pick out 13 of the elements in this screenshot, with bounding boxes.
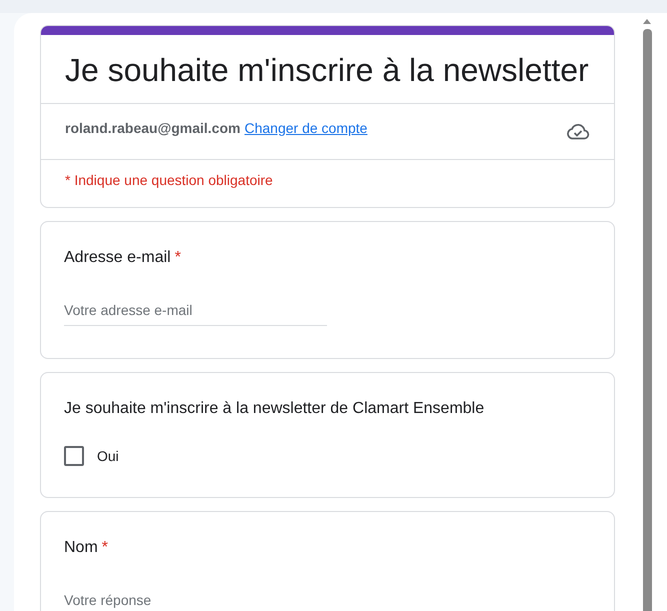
account-email: roland.rabeau@gmail.com xyxy=(65,119,240,138)
question-label: Nom xyxy=(64,539,98,556)
required-asterisk: * xyxy=(174,249,181,266)
checkbox[interactable] xyxy=(64,446,84,466)
scroll-up-arrow[interactable] xyxy=(643,18,651,24)
required-note: * Indique une question obligatoire xyxy=(41,159,614,207)
required-asterisk: * xyxy=(102,539,108,556)
question-label: Adresse e-mail xyxy=(64,249,171,266)
switch-account-link[interactable]: Changer de compte xyxy=(244,118,368,138)
scrollbar-thumb[interactable] xyxy=(642,29,652,611)
question-label: Je souhaite m'inscrire à la newsletter de Clamart Ensemble xyxy=(64,400,484,417)
form-title: Je souhaite m'inscrire à la newsletter xyxy=(64,51,590,90)
option-label: Oui xyxy=(97,448,119,464)
